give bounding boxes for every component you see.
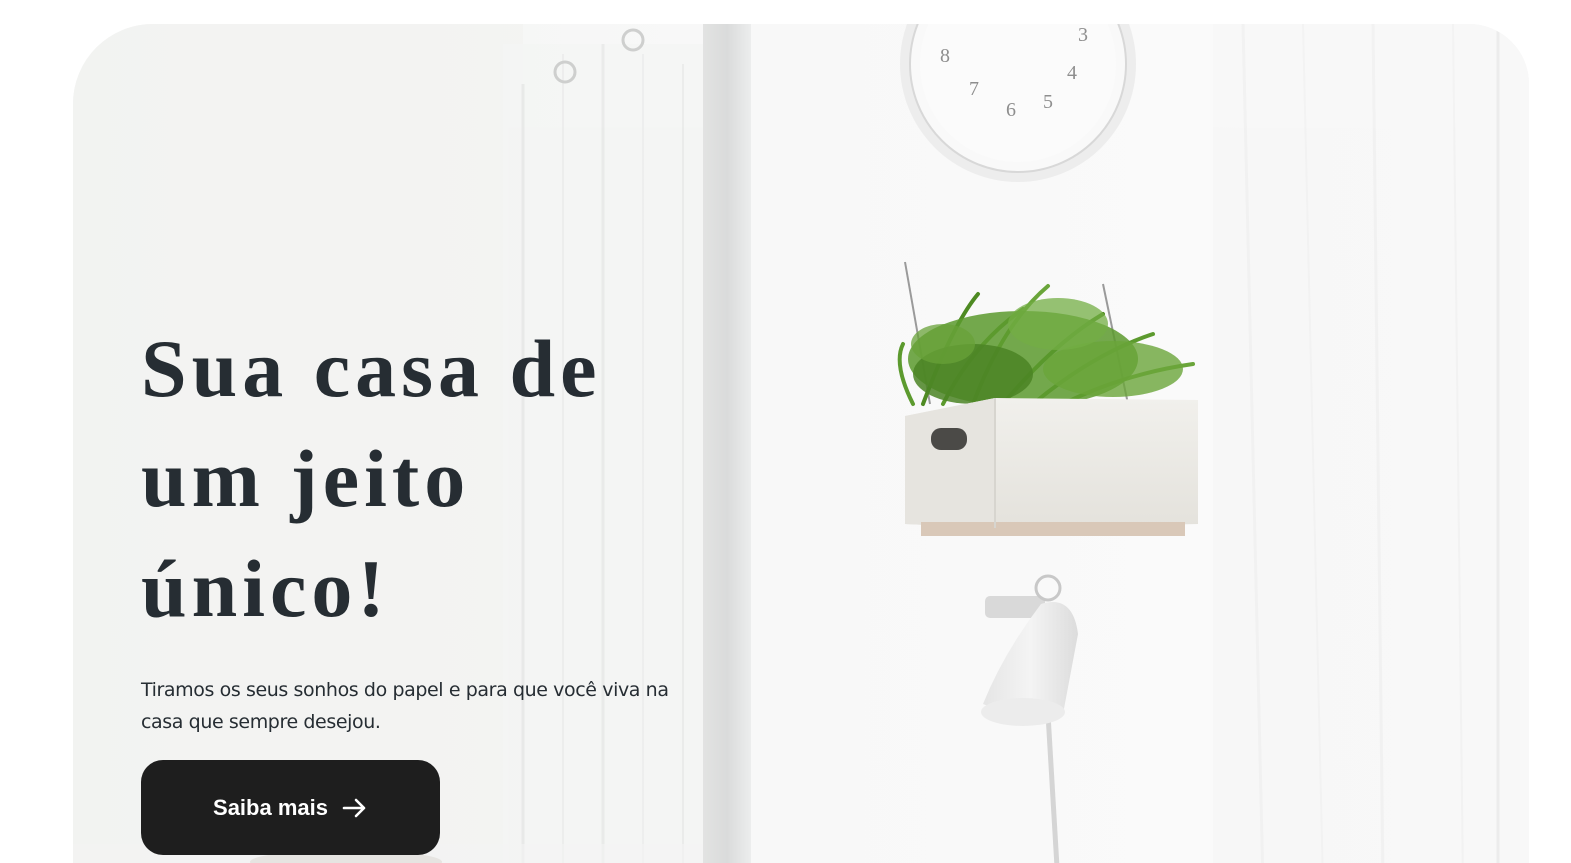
clock-number-7: 7 [969, 78, 979, 100]
hero-title: Sua casa de um jeito único! [141, 314, 701, 644]
arrow-right-icon [342, 796, 368, 820]
hero-title-line: um jeito [141, 433, 471, 524]
saiba-mais-button[interactable]: Saiba mais [141, 760, 440, 855]
hero-title-line: único! [141, 543, 390, 634]
curtain-right [1213, 24, 1529, 863]
cta-label: Saiba mais [213, 794, 328, 820]
clock-number-4: 4 [1067, 62, 1077, 84]
plant-box [905, 398, 1198, 536]
hero-title-line: Sua casa de [141, 323, 602, 414]
hero-subtitle: Tiramos os seus sonhos do papel e para q… [141, 679, 669, 733]
clock-number-8: 8 [940, 45, 950, 67]
hero-section: 3 4 5 6 7 8 Sua casa de um jeito único! … [73, 24, 1529, 863]
hero-content: Sua casa de um jeito único! Tiramos os s… [141, 314, 701, 855]
clock-number-5: 5 [1043, 91, 1053, 113]
clock-number-6: 6 [1006, 99, 1016, 121]
page: 3 4 5 6 7 8 Sua casa de um jeito único! … [0, 0, 1571, 863]
clock-number-3: 3 [1078, 24, 1088, 46]
